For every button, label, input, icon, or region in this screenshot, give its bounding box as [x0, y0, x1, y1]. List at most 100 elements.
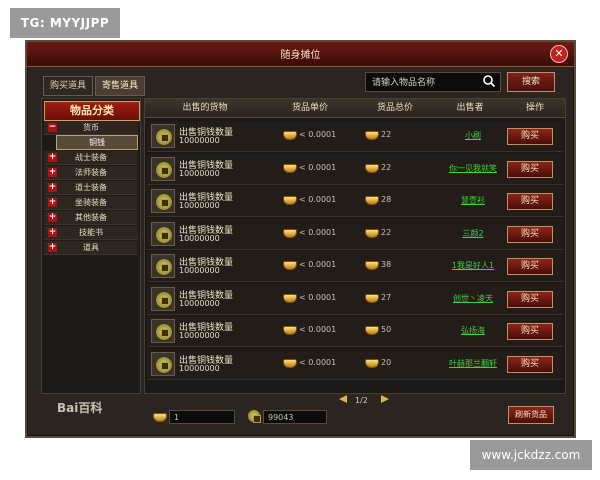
category-label: 货币	[83, 123, 99, 132]
tab-buy-items[interactable]: 购买道具	[43, 76, 94, 96]
seller-link[interactable]: 你一见我就笑	[435, 163, 511, 174]
table-row: 出售铜钱数量 10000000 < 0.0001 27 创世丶凌天 购买	[147, 283, 563, 315]
expand-icon[interactable]: +	[48, 213, 57, 222]
item-slot[interactable]	[151, 124, 175, 148]
expand-icon[interactable]: +	[48, 243, 57, 252]
close-button[interactable]: ✕	[550, 45, 568, 63]
category-skill-books[interactable]: + 技能书	[44, 226, 138, 240]
seller-link[interactable]: 慧壹衫	[435, 195, 511, 206]
buy-button[interactable]: 购买	[507, 258, 553, 275]
gold-ingot-icon	[365, 196, 379, 205]
collapse-icon[interactable]: −	[48, 123, 57, 132]
search-button[interactable]: 搜索	[507, 72, 555, 92]
seller-link[interactable]: 三颜2	[435, 228, 511, 239]
item-slot[interactable]	[151, 286, 175, 311]
item-slot[interactable]	[151, 189, 175, 213]
col-seller: 出售者	[456, 103, 484, 113]
category-other-gear[interactable]: + 其他装备	[44, 211, 138, 225]
expand-icon[interactable]: +	[48, 168, 57, 177]
unit-price: < 0.0001	[299, 260, 337, 269]
expand-icon[interactable]: +	[48, 198, 57, 207]
seller-link[interactable]: 弘扬海	[435, 325, 511, 336]
search-input[interactable]	[370, 75, 478, 91]
gold-ingot-icon	[153, 413, 167, 422]
prev-page-arrow-icon[interactable]	[339, 395, 347, 403]
copper-coin-icon	[155, 323, 173, 341]
gold-ingot-icon	[365, 261, 379, 270]
copper-coin-icon	[155, 225, 173, 244]
col-total-price: 货品总价	[376, 103, 413, 113]
search-icon[interactable]	[482, 74, 496, 88]
unit-price: < 0.0001	[299, 292, 337, 302]
table-row: 出售铜钱数量 10000000 < 0.0001 22 三颜2 购买	[147, 218, 563, 250]
expand-icon[interactable]: +	[48, 183, 57, 192]
buy-button[interactable]: 购买	[507, 355, 553, 373]
gold-ingot-icon	[365, 358, 379, 368]
gold-ingot-icon	[365, 163, 379, 173]
buy-button[interactable]: 购买	[507, 128, 553, 145]
page-indicator: 1/2	[355, 396, 368, 405]
total-price: 38	[381, 260, 392, 269]
buy-button[interactable]: 购买	[507, 323, 553, 340]
table-row: 出售铜钱数量 10000000 < 0.0001 28 慧壹衫 购买	[147, 186, 563, 217]
seller-link[interactable]: 小刷	[435, 130, 511, 141]
category-label: 其他装备	[75, 213, 107, 222]
listing-table: 出售的货物 货品单价 货品总价 出售者 操作 出售铜钱数量 10000000 < 0…	[144, 98, 566, 394]
gold-ingot-icon	[365, 326, 379, 335]
watermark-top-left: TG: MYYJJPP	[10, 8, 120, 38]
window-title: 随身摊位	[280, 50, 321, 61]
buy-button[interactable]: 购买	[507, 290, 553, 308]
buy-button[interactable]: 购买	[507, 225, 553, 243]
category-copper-coins[interactable]: 铜钱	[56, 135, 138, 150]
table-row: 出售铜钱数量 10000000 < 0.0001 22 你一见我就笑 购买	[147, 153, 563, 185]
total-price: 28	[381, 195, 392, 204]
item-slot[interactable]	[151, 254, 175, 278]
total-price: 27	[381, 292, 392, 302]
category-mage-gear[interactable]: + 法师装备	[44, 166, 138, 180]
gold-ingot-icon	[283, 196, 297, 205]
item-slot[interactable]	[151, 351, 175, 376]
unit-price: < 0.0001	[299, 227, 337, 237]
item-quantity: 10000000	[179, 266, 220, 275]
seller-link[interactable]: 1我是好人1	[435, 260, 511, 271]
category-mount-gear[interactable]: + 坐骑装备	[44, 196, 138, 210]
unit-price: < 0.0001	[299, 195, 337, 204]
tab-consign-items[interactable]: 寄售道具	[95, 76, 146, 96]
unit-price: < 0.0001	[299, 325, 337, 334]
buy-button[interactable]: 购买	[507, 160, 553, 178]
seller-link[interactable]: 叶赫那兰翻轩	[435, 358, 511, 369]
item-slot[interactable]	[151, 156, 175, 181]
item-slot[interactable]	[151, 221, 175, 246]
copper-coin-icon	[155, 193, 173, 211]
item-quantity: 10000000	[179, 363, 220, 373]
total-price: 20	[381, 357, 392, 367]
coin-balance: 99043	[263, 410, 327, 424]
category-currency[interactable]: − 货币	[44, 121, 138, 135]
total-price: 22	[381, 130, 392, 139]
col-goods: 出售的货物	[182, 103, 228, 113]
seller-link[interactable]: 创世丶凌天	[435, 293, 511, 304]
table-row: 出售铜钱数量 10000000 < 0.0001 50 弘扬海 购买	[147, 316, 563, 347]
item-quantity: 10000000	[179, 331, 220, 340]
stall-window: 随身摊位 ✕ 购买道具 寄售道具 搜索 物品分类 − 货币 铜钱 + 战士装备 …	[25, 40, 576, 438]
expand-icon[interactable]: +	[48, 153, 57, 162]
gold-ingot-icon	[365, 228, 379, 238]
buy-button[interactable]: 购买	[507, 193, 553, 210]
table-header: 出售的货物 货品单价 货品总价 出售者 操作	[145, 99, 565, 118]
category-taoist-gear[interactable]: + 道士装备	[44, 181, 138, 195]
item-slot[interactable]	[151, 319, 175, 343]
category-label: 铜钱	[89, 138, 105, 147]
next-page-arrow-icon[interactable]	[381, 395, 389, 403]
expand-icon[interactable]: +	[48, 228, 57, 237]
category-label: 法师装备	[75, 168, 107, 177]
category-label: 坐骑装备	[75, 198, 107, 207]
gold-ingot-icon	[283, 358, 297, 368]
refresh-goods-button[interactable]: 刷新货品	[508, 406, 554, 424]
category-items[interactable]: + 道具	[44, 241, 138, 255]
gold-ingot-icon	[283, 261, 297, 270]
unit-price: < 0.0001	[299, 162, 337, 172]
copper-coin-icon	[155, 160, 173, 179]
unit-price: < 0.0001	[299, 357, 337, 367]
item-quantity: 10000000	[179, 168, 220, 178]
category-warrior-gear[interactable]: + 战士装备	[44, 151, 138, 165]
